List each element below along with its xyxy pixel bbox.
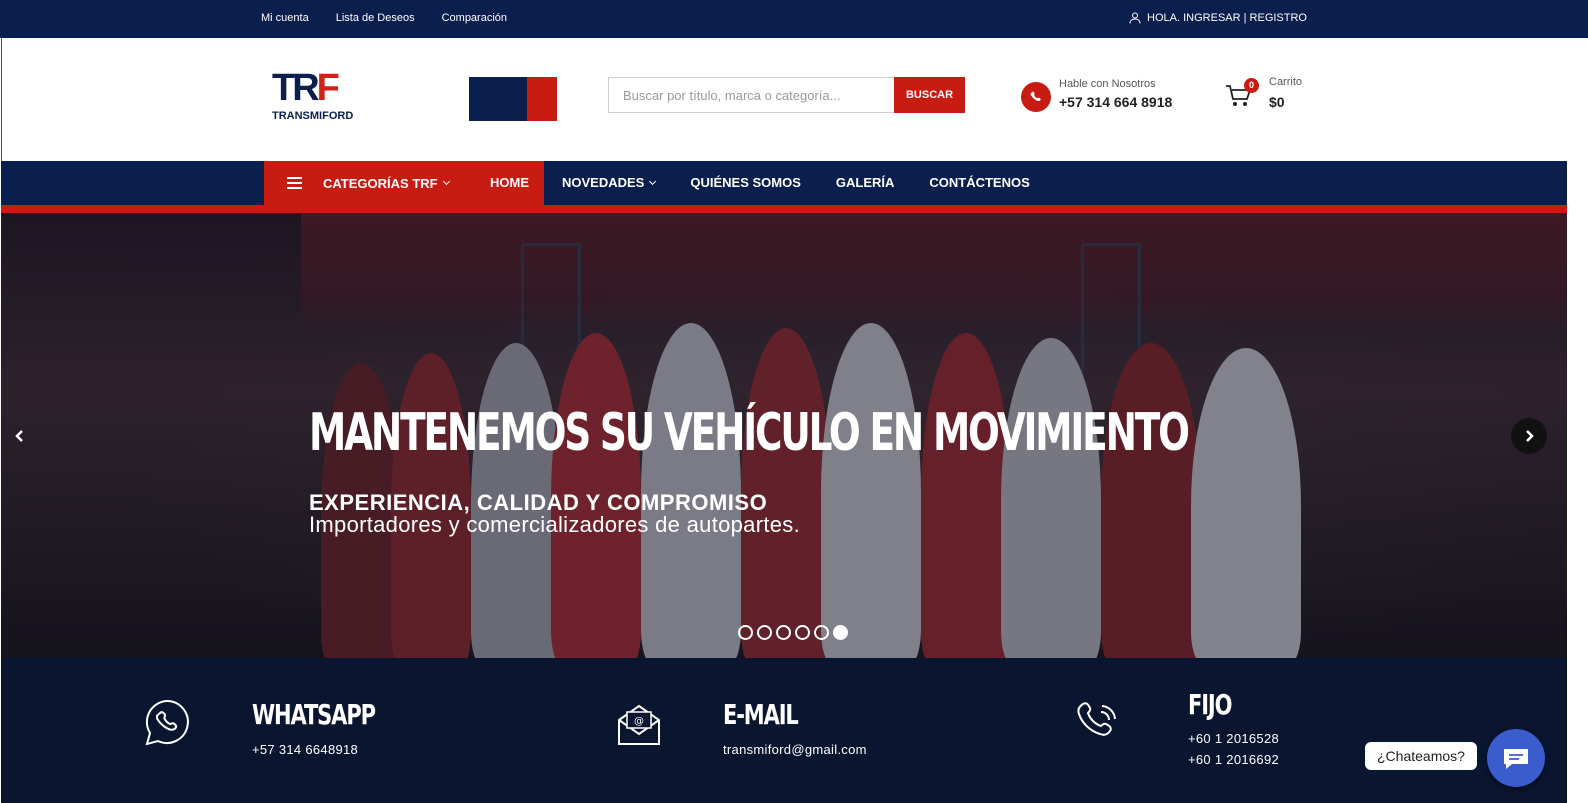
hero-text: Importadores y comercializadores de auto… — [309, 512, 800, 537]
email-address[interactable]: transmiford@gmail.com — [723, 742, 867, 757]
chevron-left-icon — [15, 430, 23, 442]
user-icon — [1129, 12, 1141, 24]
nav-galeria[interactable]: GALERÍA — [836, 175, 895, 190]
cart-icon: 0 — [1225, 78, 1259, 112]
chevron-down-icon — [649, 177, 657, 186]
whatsapp-title: WHATSAPP — [252, 698, 376, 731]
slider-dots — [738, 625, 848, 640]
chat-button[interactable] — [1487, 729, 1545, 787]
hamburger-icon — [287, 174, 302, 192]
nav-home[interactable]: HOME — [490, 175, 529, 190]
email-title: E-MAIL — [723, 698, 799, 731]
hero-title: MANTENEMOS SU VEHÍCULO EN MOVIMIENTO — [309, 403, 1190, 463]
cart-total: $0 — [1269, 94, 1285, 110]
logo-subtitle: TRANSMIFORD — [272, 110, 354, 122]
search-input[interactable] — [608, 77, 894, 113]
slider-dot-4[interactable] — [795, 625, 810, 640]
search-button[interactable]: BUSCAR — [894, 77, 965, 113]
slider-dot-6[interactable] — [833, 625, 848, 640]
slider-next-button[interactable] — [1511, 418, 1547, 454]
fijo-title: FIJO — [1188, 688, 1232, 721]
top-links: Mi cuenta Lista de Deseos Comparación — [261, 12, 507, 24]
logo[interactable]: TRF TRANSMIFORD — [272, 69, 354, 127]
slider-prev-button[interactable] — [2, 418, 38, 454]
chevron-right-icon — [1526, 430, 1534, 442]
slider-dot-2[interactable] — [757, 625, 772, 640]
nav-novedades[interactable]: NOVEDADES — [562, 175, 657, 190]
nav-accent-line — [1, 205, 1567, 213]
site-header: TRF TRANSMIFORD BUSCAR Hable con Nosotro… — [1, 38, 1567, 161]
top-bar: Mi cuenta Lista de Deseos Comparación HO… — [0, 0, 1588, 38]
whatsapp-icon — [1021, 82, 1051, 112]
fijo-number-2[interactable]: +60 1 2016692 — [1188, 752, 1279, 767]
nav-contactenos[interactable]: CONTÁCTENOS — [929, 175, 1029, 190]
brand-flag-banner — [469, 77, 557, 121]
fijo-number-1[interactable]: +60 1 2016528 — [1188, 731, 1279, 746]
cart-count-badge: 0 — [1244, 78, 1259, 93]
phone-number: +57 314 664 8918 — [1059, 94, 1173, 110]
phone-contact[interactable]: Hable con Nosotros +57 314 664 8918 — [1021, 78, 1172, 112]
whatsapp-icon — [145, 699, 189, 746]
chat-icon — [1504, 749, 1528, 769]
login-register-link[interactable]: HOLA. INGRESAR | REGISTRO — [1129, 12, 1307, 24]
slider-dot-1[interactable] — [738, 625, 753, 640]
slider-dot-3[interactable] — [776, 625, 791, 640]
categories-label: CATEGORÍAS TRF — [323, 175, 438, 191]
phone-label: Hable con Nosotros — [1059, 78, 1156, 90]
phone-icon — [1077, 702, 1116, 736]
whatsapp-number[interactable]: +57 314 6648918 — [252, 742, 358, 757]
nav-quienes-somos[interactable]: QUIÉNES SOMOS — [690, 175, 801, 190]
contact-band: WHATSAPP +57 314 6648918 @ E-MAIL transm… — [1, 658, 1567, 803]
main-nav: CATEGORÍAS TRF HOME NOVEDADES QUIÉNES SO… — [1, 161, 1567, 213]
wishlist-link[interactable]: Lista de Deseos — [336, 12, 415, 24]
hero-slider: MANTENEMOS SU VEHÍCULO EN MOVIMIENTO EXP… — [1, 213, 1567, 658]
email-icon: @ — [618, 704, 660, 745]
compare-link[interactable]: Comparación — [442, 12, 507, 24]
slider-dot-5[interactable] — [814, 625, 829, 640]
account-label: HOLA. INGRESAR | REGISTRO — [1147, 12, 1307, 24]
chevron-down-icon — [442, 177, 450, 186]
chat-prompt[interactable]: ¿Chateamos? — [1365, 742, 1477, 770]
search-bar: BUSCAR — [608, 77, 965, 113]
svg-text:@: @ — [634, 716, 644, 727]
cart[interactable]: 0 Carrito $0 — [1225, 76, 1302, 112]
cart-label: Carrito — [1269, 76, 1303, 88]
my-account-link[interactable]: Mi cuenta — [261, 12, 309, 24]
